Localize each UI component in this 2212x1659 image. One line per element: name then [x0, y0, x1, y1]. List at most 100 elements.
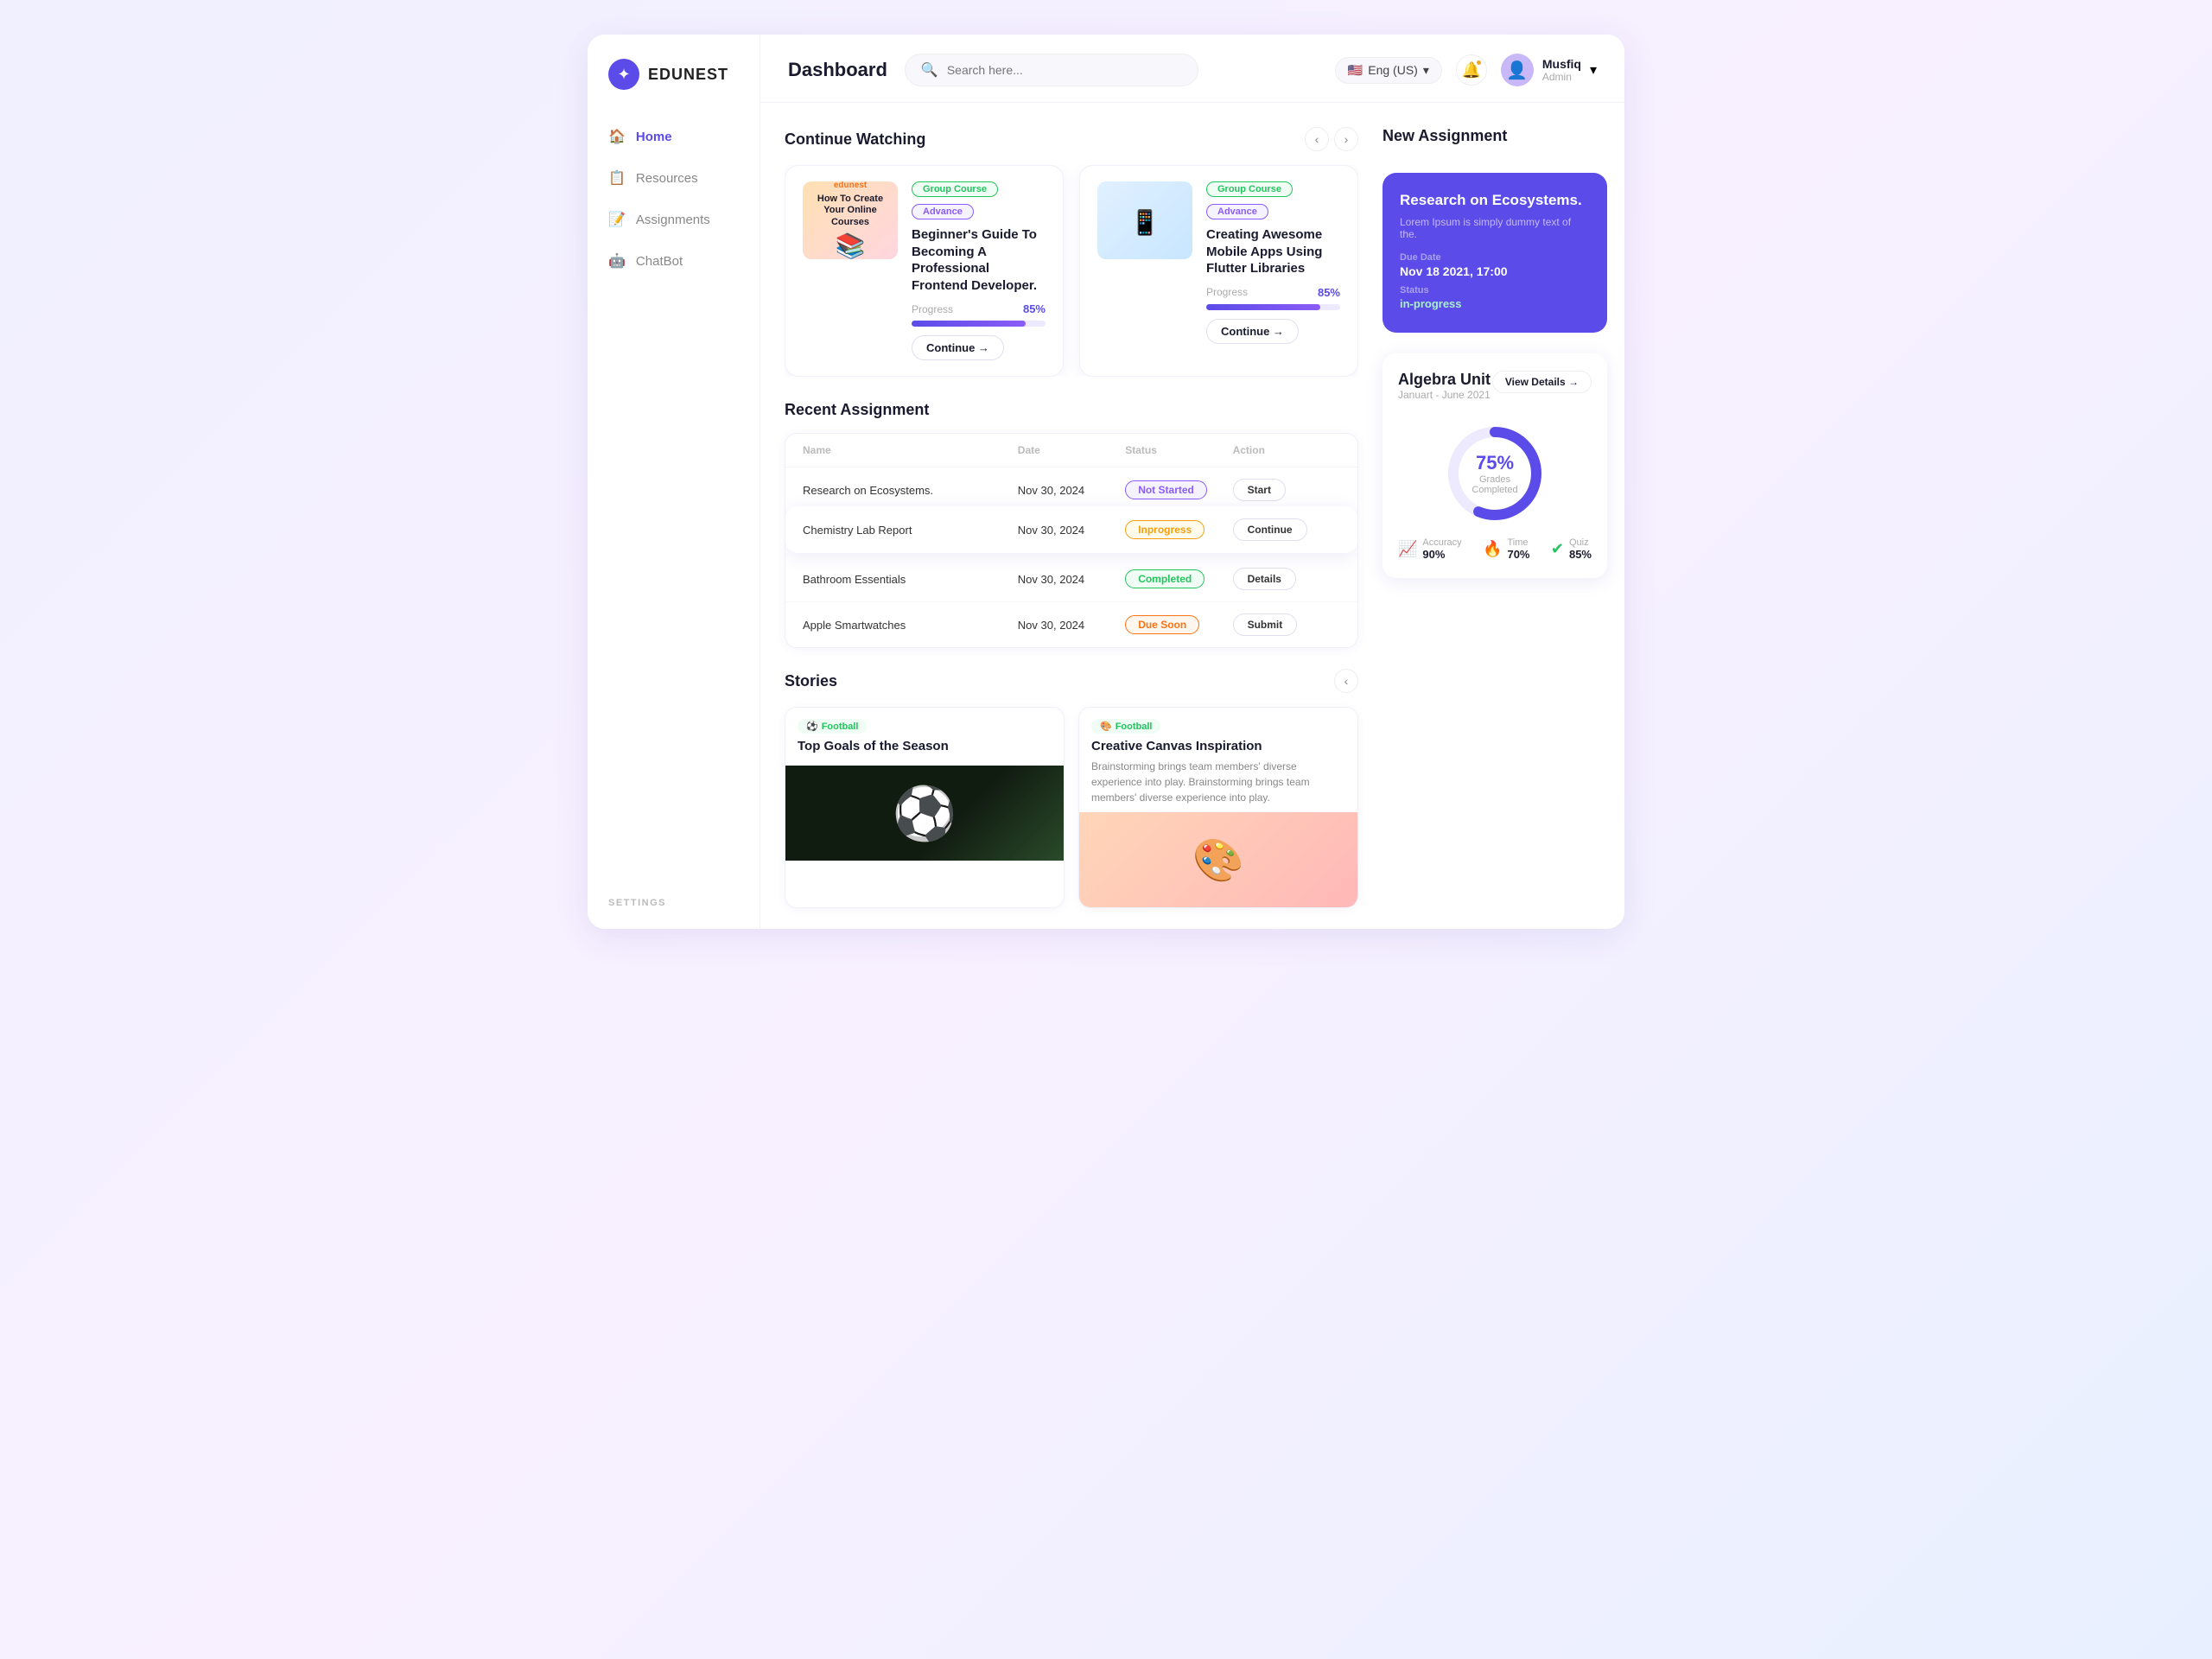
content-area: Continue Watching ‹ › edunest How To Cre…: [760, 103, 1624, 929]
course-name-1: Beginner's Guide To Becoming A Professio…: [912, 226, 1046, 294]
col-status: Status: [1125, 444, 1232, 456]
stat-time: 🔥 Time 70%: [1483, 537, 1529, 561]
action-button-1[interactable]: Start: [1233, 479, 1286, 501]
row-date-3: Nov 30, 2024: [1018, 573, 1125, 586]
stories-title: Stories: [785, 672, 837, 690]
accuracy-icon: 📈: [1398, 540, 1417, 558]
stat-quiz: ✔ Quiz 85%: [1551, 537, 1592, 561]
user-role: Admin: [1542, 71, 1581, 83]
story-img-2: 🎨: [1079, 812, 1357, 907]
nav-items: 🏠 Home 📋 Resources 📝 Assignments 🤖 ChatB…: [588, 118, 760, 880]
course-card-1: edunest How To Create Your Online Course…: [785, 165, 1064, 377]
col-action: Action: [1233, 444, 1340, 456]
search-icon: 🔍: [921, 61, 938, 79]
progress-pct-1: 85%: [1023, 302, 1046, 315]
story-meta-1: ⚽ Football Top Goals of the Season: [785, 708, 1064, 766]
quiz-label: Quiz: [1569, 537, 1592, 548]
assignment-section-title: Recent Assignment: [785, 401, 929, 419]
accuracy-value: 90%: [1422, 548, 1461, 561]
search-bar[interactable]: 🔍: [905, 54, 1198, 86]
story-meta-2: 🎨 Football Creative Canvas Inspiration B…: [1079, 708, 1357, 812]
status-badge-floating: Inprogress: [1125, 520, 1205, 539]
user-chevron-icon: ▾: [1590, 61, 1597, 79]
new-assignment-title: New Assignment: [1382, 127, 1507, 145]
chatbot-icon: 🤖: [608, 252, 626, 270]
sidebar-item-chatbot[interactable]: 🤖 ChatBot: [588, 242, 760, 280]
new-assignment-card: Research on Ecosystems. Lorem Ipsum is s…: [1382, 173, 1607, 333]
action-button-3[interactable]: Details: [1233, 568, 1296, 590]
continue-button-2[interactable]: Continue →: [1206, 319, 1299, 344]
due-date-value: Nov 18 2021, 17:00: [1400, 264, 1590, 278]
story-title-2: Creative Canvas Inspiration: [1091, 739, 1345, 753]
progress-pct-2: 85%: [1318, 286, 1340, 299]
continue-button-1[interactable]: Continue →: [912, 335, 1004, 360]
tag-advance-2: Advance: [1206, 204, 1268, 219]
notification-dot: [1475, 59, 1483, 67]
stories-prev-arrow[interactable]: ‹: [1334, 669, 1358, 693]
accuracy-label: Accuracy: [1422, 537, 1461, 548]
sidebar-item-assignments-label: Assignments: [636, 213, 710, 227]
row-status-4: Due Soon: [1125, 615, 1232, 634]
status-badge-3: Completed: [1125, 569, 1205, 588]
time-icon: 🔥: [1483, 540, 1502, 558]
view-details-button[interactable]: View Details →: [1492, 371, 1592, 393]
tag-advance-1: Advance: [912, 204, 974, 219]
search-input[interactable]: [947, 63, 1182, 77]
course-tags-2: Group Course Advance: [1206, 181, 1340, 219]
row-status-1: Not Started: [1125, 480, 1232, 499]
course-thumb-1: edunest How To Create Your Online Course…: [803, 181, 898, 259]
row-action-3: Details: [1233, 568, 1340, 590]
page-title: Dashboard: [788, 59, 887, 81]
stat-accuracy-values: Accuracy 90%: [1422, 537, 1461, 561]
sidebar-item-chatbot-label: ChatBot: [636, 254, 683, 269]
status-value: in-progress: [1400, 297, 1590, 310]
logo-area: ✦ EDUNEST: [588, 59, 760, 118]
new-assign-status: Status in-progress: [1400, 285, 1590, 310]
donut-pct: 75%: [1469, 452, 1521, 474]
user-details: Musfiq Admin: [1542, 57, 1581, 83]
main-area: Dashboard 🔍 🇺🇸 Eng (US) ▾ 🔔 👤: [760, 35, 1624, 929]
sidebar: ✦ EDUNEST 🏠 Home 📋 Resources 📝 Assignmen…: [588, 35, 760, 929]
app-container: ✦ EDUNEST 🏠 Home 📋 Resources 📝 Assignmen…: [588, 35, 1624, 929]
time-label: Time: [1507, 537, 1529, 548]
sidebar-item-assignments[interactable]: 📝 Assignments: [588, 200, 760, 238]
progress-bar-bg-1: [912, 321, 1046, 327]
language-button[interactable]: 🇺🇸 Eng (US) ▾: [1335, 57, 1442, 84]
prev-arrow[interactable]: ‹: [1305, 127, 1329, 151]
course-card-2: 📱 Group Course Advance Creating Awesome …: [1079, 165, 1358, 377]
story-desc-2: Brainstorming brings team members' diver…: [1091, 759, 1345, 805]
donut-container: 75% Grades Completed: [1443, 422, 1547, 525]
algebra-title-area: Algebra Unit Januart - June 2021: [1398, 371, 1491, 413]
sidebar-item-home[interactable]: 🏠 Home: [588, 118, 760, 156]
sidebar-item-resources[interactable]: 📋 Resources: [588, 159, 760, 197]
notification-button[interactable]: 🔔: [1456, 54, 1487, 86]
new-assign-name: Research on Ecosystems.: [1400, 192, 1590, 209]
stat-quiz-values: Quiz 85%: [1569, 537, 1592, 561]
progress-row-1: Progress 85%: [912, 302, 1046, 315]
assignment-table: Name Date Status Action Research on Ecos…: [785, 433, 1358, 648]
story-category-icon-2: 🎨: [1100, 721, 1112, 732]
action-button-floating[interactable]: Continue: [1233, 518, 1307, 541]
flag-icon: 🇺🇸: [1348, 63, 1363, 78]
right-panel: New Assignment Research on Ecosystems. L…: [1382, 103, 1624, 929]
row-action-1: Start: [1233, 479, 1340, 501]
quiz-value: 85%: [1569, 548, 1592, 561]
course-name-2: Creating Awesome Mobile Apps Using Flutt…: [1206, 226, 1340, 277]
user-info[interactable]: 👤 Musfiq Admin ▾: [1501, 54, 1597, 86]
home-icon: 🏠: [608, 128, 626, 145]
stories-header: Stories ‹: [785, 669, 1358, 693]
progress-label-1: Progress: [912, 303, 953, 315]
sidebar-item-resources-label: Resources: [636, 171, 698, 186]
col-name: Name: [803, 444, 1018, 456]
algebra-title: Algebra Unit: [1398, 371, 1491, 389]
table-row: Apple Smartwatches Nov 30, 2024 Due Soon…: [785, 602, 1357, 647]
next-arrow[interactable]: ›: [1334, 127, 1358, 151]
course-brand: edunest: [834, 181, 867, 190]
user-name: Musfiq: [1542, 57, 1581, 71]
algebra-unit-card: Algebra Unit Januart - June 2021 View De…: [1382, 353, 1607, 578]
action-button-4[interactable]: Submit: [1233, 613, 1298, 636]
status-badge-1: Not Started: [1125, 480, 1207, 499]
course-info-1: Group Course Advance Beginner's Guide To…: [912, 181, 1046, 360]
sidebar-item-home-label: Home: [636, 130, 672, 144]
floating-row: Chemistry Lab Report Nov 30, 2024 Inprog…: [785, 506, 1357, 553]
